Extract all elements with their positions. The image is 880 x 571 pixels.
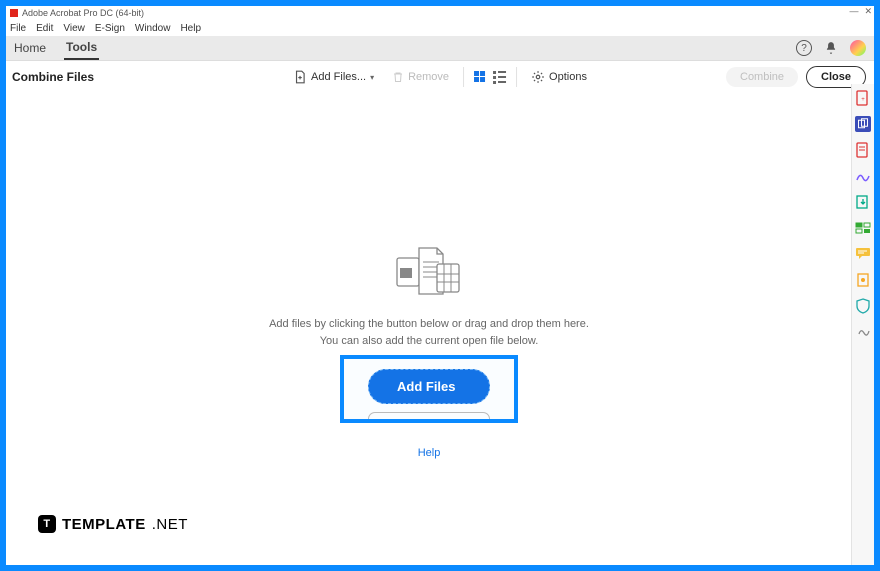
divider [463,67,464,87]
grid-view-icon[interactable] [474,71,485,84]
annotation-frame: Adobe Acrobat Pro DC (64-bit) — ✕ File E… [0,0,880,571]
combine-button: Combine [726,67,798,87]
help-icon[interactable]: ? [796,40,812,56]
options-button[interactable]: Options [527,68,591,86]
add-files-dropdown[interactable]: Add Files... ▾ [289,68,378,86]
menu-esign[interactable]: E-Sign [95,23,125,34]
secondary-button-edge [368,412,490,419]
list-view-icon[interactable] [493,71,506,84]
watermark-logo-icon: T [38,515,56,533]
menu-help[interactable]: Help [180,23,201,34]
add-files-label: Add Files... [311,71,366,83]
tabbar: Home Tools ? [6,36,874,61]
options-label: Options [549,71,587,83]
tool-title: Combine Files [12,70,94,84]
trash-icon [392,70,404,84]
rail-organize-icon[interactable] [855,220,871,236]
right-rail: + [851,84,874,565]
remove-button: Remove [388,68,453,86]
tool-toolbar: Combine Files Add Files... ▾ Remove [6,61,874,94]
divider [516,67,517,87]
rail-edit-icon[interactable] [855,142,871,158]
tab-tools[interactable]: Tools [64,36,99,60]
avatar[interactable] [850,40,866,56]
rail-comment-icon[interactable] [855,246,871,262]
empty-line1: Add files by clicking the button below o… [269,316,589,333]
app-window: Adobe Acrobat Pro DC (64-bit) — ✕ File E… [6,6,874,565]
menu-file[interactable]: File [10,23,26,34]
acrobat-logo-icon [10,9,18,17]
rail-shield-icon[interactable] [855,298,871,314]
close-window-icon[interactable]: ✕ [864,6,872,17]
remove-label: Remove [408,71,449,83]
help-link[interactable]: Help [418,447,441,459]
minimize-icon[interactable]: — [849,6,858,17]
rail-sign-icon[interactable] [855,168,871,184]
rail-combine-icon[interactable] [855,116,871,132]
rail-create-pdf-icon[interactable]: + [855,90,871,106]
files-illustration-icon [389,242,469,300]
rail-export-icon[interactable] [855,194,871,210]
titlebar: Adobe Acrobat Pro DC (64-bit) — ✕ [6,6,874,20]
menu-edit[interactable]: Edit [36,23,53,34]
rail-protect-icon[interactable] [855,272,871,288]
watermark: T TEMPLATE .NET [38,515,188,533]
menu-view[interactable]: View [63,23,85,34]
rail-more-icon[interactable] [855,324,871,340]
window-controls: — ✕ [849,6,872,17]
svg-text:+: + [861,97,865,103]
bell-icon[interactable] [824,41,838,55]
chevron-down-icon: ▾ [370,73,374,82]
main-area[interactable]: Add files by clicking the button below o… [6,92,852,565]
watermark-brand: TEMPLATE [62,516,146,533]
add-files-button[interactable]: Add Files [368,369,490,404]
window-title: Adobe Acrobat Pro DC (64-bit) [22,8,144,18]
empty-state: Add files by clicking the button below o… [6,242,852,459]
empty-text: Add files by clicking the button below o… [269,316,589,349]
menubar: File Edit View E-Sign Window Help [6,20,874,36]
watermark-suffix: .NET [152,516,188,533]
annotation-highlight: Add Files [340,355,518,423]
add-files-icon [293,70,307,84]
menu-window[interactable]: Window [135,23,171,34]
tab-home[interactable]: Home [12,37,48,59]
empty-line2: You can also add the current open file b… [269,333,589,350]
gear-icon [531,70,545,84]
